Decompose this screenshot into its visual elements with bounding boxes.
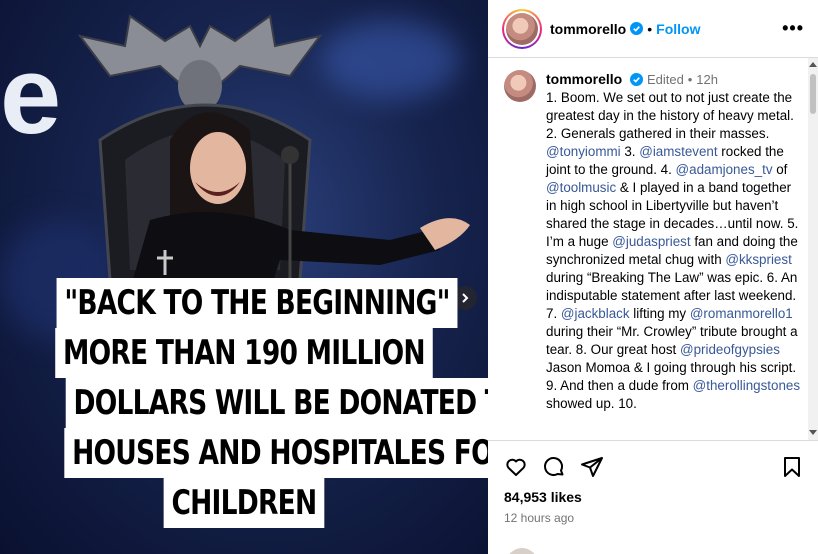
comment-icon[interactable]: [542, 455, 566, 479]
comment-text: 1. Boom. We set out to not just create t…: [546, 89, 802, 413]
scroll-down-arrow[interactable]: [809, 430, 817, 435]
post-actions: 84,953 likes 12 hours ago: [488, 440, 818, 525]
caption-line: MORE THAN 190 MILLION: [55, 328, 433, 378]
scroll-up-arrow[interactable]: [809, 62, 817, 67]
separator-dot: •: [647, 20, 653, 37]
separator-dot: •: [687, 72, 693, 87]
comment-text-segment: 1. Boom. We set out to not just create t…: [546, 90, 794, 141]
caption-comment: tommorello Edited • 12h 1. Boom. We set …: [504, 70, 802, 413]
image-caption: "BACK TO THE BEGINNING" MORE THAN 190 MI…: [0, 278, 488, 528]
post-header: tommorello • Follow •••: [488, 0, 818, 58]
verified-icon: [630, 22, 644, 35]
background-letter: e: [0, 34, 62, 157]
post-timestamp[interactable]: 12 hours ago: [504, 511, 804, 525]
mention-link[interactable]: @therollingstones: [693, 378, 800, 393]
avatar: [506, 548, 538, 554]
caption-line: "BACK TO THE BEGINNING": [56, 278, 458, 328]
caption-line: DOLLARS WILL BE DONATED TO: [65, 378, 488, 428]
author-username[interactable]: tommorello: [550, 21, 626, 37]
post-image[interactable]: e "BACK TO THE BEGINNING" MORE THAN 190 …: [0, 0, 488, 554]
comment-text-segment: lifting my: [629, 306, 690, 321]
stage-light: [320, 20, 460, 100]
mention-link[interactable]: @kkspriest: [725, 252, 791, 267]
comment-time[interactable]: 12h: [696, 72, 718, 87]
mention-link[interactable]: @romanmorello1: [690, 306, 793, 321]
avatar[interactable]: [502, 8, 542, 49]
mention-link[interactable]: @tonyiommi: [546, 144, 621, 159]
comments-section[interactable]: tommorello Edited • 12h 1. Boom. We set …: [488, 58, 818, 440]
scroll-thumb[interactable]: [810, 74, 816, 114]
share-icon[interactable]: [580, 455, 604, 479]
comment-text-segment: 3.: [620, 144, 640, 159]
mention-link[interactable]: @adamjones_tv: [676, 162, 773, 177]
caption-line: CHILDREN: [163, 478, 325, 528]
bookmark-icon[interactable]: [780, 455, 804, 479]
verified-icon: [630, 73, 644, 86]
comment-text-segment: of: [772, 162, 788, 177]
mention-link[interactable]: @judaspriest: [612, 234, 690, 249]
mention-link[interactable]: @prideofgypsies: [680, 342, 780, 357]
mention-link[interactable]: @jackblack: [561, 306, 630, 321]
caption-line: HOUSES AND HOSPITALES FOR: [64, 428, 488, 478]
heart-icon[interactable]: [504, 455, 528, 479]
post-sidebar: tommorello • Follow ••• tommorello Edite…: [488, 0, 818, 554]
comment-text-segment: showed up. 10.: [546, 396, 637, 411]
comment-username[interactable]: tommorello: [546, 71, 622, 87]
scrollbar[interactable]: [808, 58, 818, 440]
edited-label: Edited: [647, 72, 684, 87]
mention-link[interactable]: @toolmusic: [546, 180, 616, 195]
comment-avatar[interactable]: [504, 70, 536, 102]
follow-button[interactable]: Follow: [656, 21, 700, 37]
mention-link[interactable]: @iamstevent: [639, 144, 717, 159]
more-options-button[interactable]: •••: [782, 18, 804, 39]
likes-count[interactable]: 84,953 likes: [504, 489, 804, 505]
performer: [130, 112, 470, 290]
